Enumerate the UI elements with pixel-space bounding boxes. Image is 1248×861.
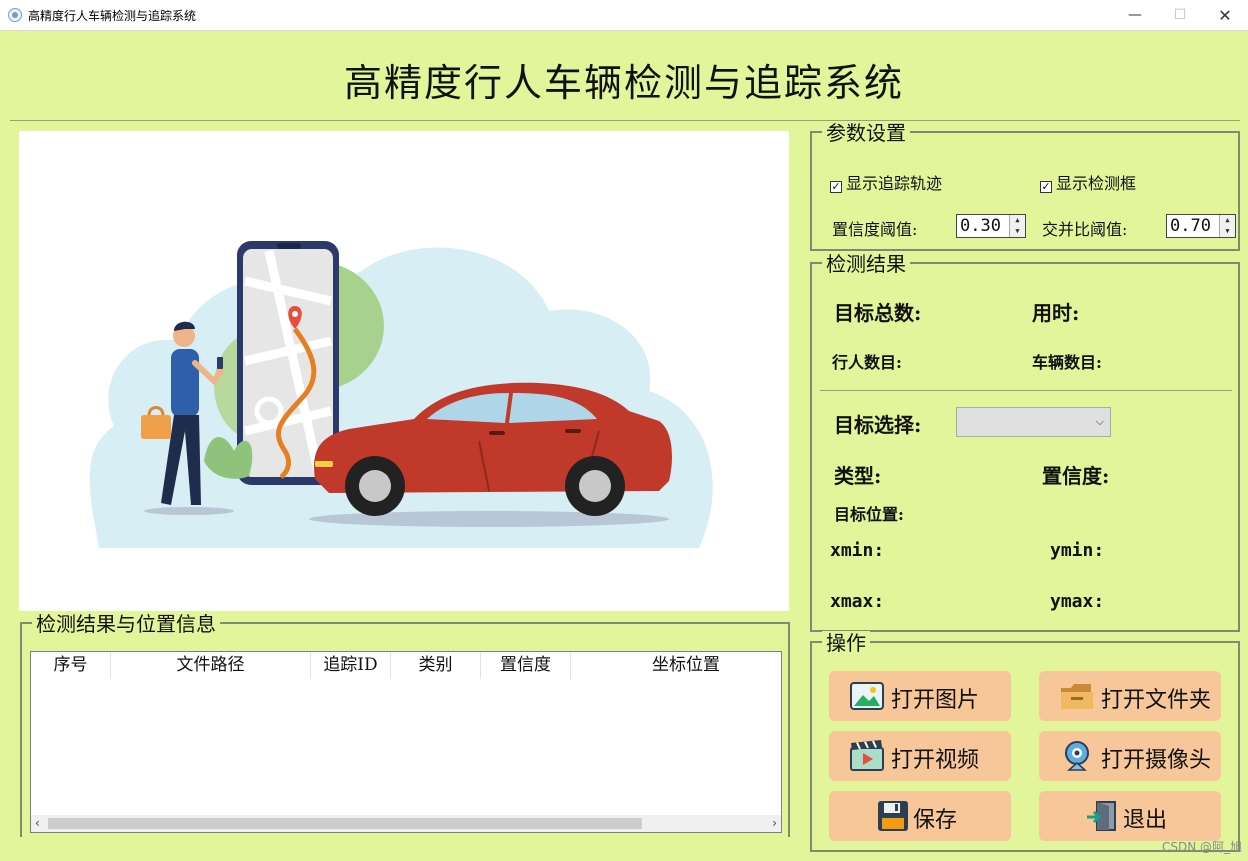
spin-up-icon[interactable]: ▲ <box>1010 215 1025 226</box>
confidence-label: 置信度: <box>1042 464 1110 488</box>
person-count-label: 行人数目: <box>832 353 902 372</box>
minimize-button[interactable]: — <box>1112 0 1158 31</box>
conf-threshold-value: 0.30 <box>960 216 1001 236</box>
results-table[interactable]: 序号 文件路径 追踪ID 类别 置信度 坐标位置 ‹ › <box>30 651 782 833</box>
table-group: 检测结果与位置信息 序号 文件路径 追踪ID 类别 置信度 坐标位置 ‹ › <box>20 612 790 837</box>
open-folder-button[interactable]: 打开文件夹 <box>1039 671 1221 721</box>
open-folder-label: 打开文件夹 <box>1101 688 1212 713</box>
navigation-illustration <box>89 241 713 548</box>
camera-icon <box>1065 741 1089 771</box>
spin-down-icon[interactable]: ▼ <box>1010 226 1025 237</box>
exit-button[interactable]: 退出 <box>1039 791 1221 841</box>
xmin-label: xmin: <box>830 540 885 561</box>
iou-threshold-label: 交并比阈值: <box>1042 220 1128 239</box>
spin-arrows[interactable]: ▲ ▼ <box>1009 215 1025 237</box>
show-track-checkbox[interactable]: ✓ 显示追踪轨迹 <box>830 170 942 194</box>
conf-threshold-spinbox[interactable]: 0.30 ▲ ▼ <box>956 214 1026 238</box>
show-track-label: 显示追踪轨迹 <box>846 174 943 193</box>
open-video-button[interactable]: 打开视频 <box>829 731 1011 781</box>
column-header-coordinates[interactable]: 坐标位置 <box>571 652 801 679</box>
exit-label: 退出 <box>1123 808 1168 833</box>
spin-up-icon[interactable]: ▲ <box>1220 215 1235 226</box>
divider <box>10 120 1240 121</box>
close-button[interactable]: ✕ <box>1202 0 1248 31</box>
operations-group: 操作 打开图片 打开文件夹 打开视频 打开摄像头 保存 退出 <box>810 631 1240 852</box>
page-title: 高精度行人车辆检测与追踪系统 <box>343 61 904 105</box>
table-legend: 检测结果与位置信息 <box>32 612 220 636</box>
scroll-left-icon[interactable]: ‹ <box>35 815 40 832</box>
save-icon <box>878 801 908 831</box>
conf-threshold-label: 置信度阈值: <box>832 220 918 239</box>
column-header-track-id[interactable]: 追踪ID <box>311 652 391 679</box>
show-box-label: 显示检测框 <box>1056 174 1137 193</box>
watermark: CSDN @阿_旭 <box>1161 840 1242 854</box>
open-image-label: 打开图片 <box>891 688 980 713</box>
app-icon <box>8 8 22 22</box>
show-box-checkbox[interactable]: ✓ 显示检测框 <box>1040 170 1136 194</box>
results-group: 检测结果 目标总数: 用时: 行人数目: 车辆数目: 目标选择: ⌵ 类型: 置… <box>810 252 1240 632</box>
folder-icon <box>1061 684 1093 709</box>
xmax-label: xmax: <box>830 591 885 612</box>
params-group: 参数设置 ✓ 显示追踪轨迹 ✓ 显示检测框 置信度阈值: 0.30 ▲ ▼ 交并比阈值… <box>810 121 1240 251</box>
display-area <box>19 131 789 611</box>
checkbox-checked-icon: ✓ <box>1040 180 1052 193</box>
iou-threshold-value: 0.70 <box>1170 216 1211 236</box>
target-select-label: 目标选择: <box>834 413 922 437</box>
video-icon <box>850 740 884 771</box>
type-label: 类型: <box>834 464 882 488</box>
results-legend: 检测结果 <box>822 252 910 276</box>
params-legend: 参数设置 <box>822 121 910 145</box>
spin-down-icon[interactable]: ▼ <box>1220 226 1235 237</box>
save-button[interactable]: 保存 <box>829 791 1011 841</box>
iou-threshold-spinbox[interactable]: 0.70 ▲ ▼ <box>1166 214 1236 238</box>
ymin-label: ymin: <box>1050 540 1105 561</box>
save-label: 保存 <box>913 808 958 833</box>
horizontal-scrollbar[interactable]: ‹ › <box>31 815 781 832</box>
open-video-label: 打开视频 <box>891 748 980 773</box>
checkbox-checked-icon: ✓ <box>830 180 842 193</box>
operations-legend: 操作 <box>822 631 870 655</box>
spin-arrows[interactable]: ▲ ▼ <box>1219 215 1235 237</box>
column-header-confidence[interactable]: 置信度 <box>481 652 571 679</box>
window-title: 高精度行人车辆检测与追踪系统 <box>28 9 197 23</box>
scrollbar-thumb[interactable] <box>48 818 642 829</box>
total-count-label: 目标总数: <box>834 301 922 325</box>
image-icon <box>850 682 884 710</box>
open-camera-button[interactable]: 打开摄像头 <box>1039 731 1221 781</box>
divider <box>820 390 1232 391</box>
target-select-dropdown[interactable]: ⌵ <box>956 407 1111 437</box>
exit-icon <box>1087 801 1116 831</box>
open-camera-label: 打开摄像头 <box>1101 748 1212 773</box>
target-position-label: 目标位置: <box>834 505 904 524</box>
column-header-class[interactable]: 类别 <box>391 652 481 679</box>
chevron-down-icon: ⌵ <box>1095 415 1104 428</box>
maximize-button[interactable]: ☐ <box>1157 0 1203 31</box>
vehicle-count-label: 车辆数目: <box>1032 353 1102 372</box>
column-header-file-path[interactable]: 文件路径 <box>111 652 311 679</box>
column-header-index[interactable]: 序号 <box>31 652 111 679</box>
window-titlebar: 高精度行人车辆检测与追踪系统 — ☐ ✕ <box>0 0 1248 31</box>
open-image-button[interactable]: 打开图片 <box>829 671 1011 721</box>
ymax-label: ymax: <box>1050 591 1105 612</box>
time-label: 用时: <box>1032 301 1080 325</box>
scroll-right-icon[interactable]: › <box>772 815 777 832</box>
